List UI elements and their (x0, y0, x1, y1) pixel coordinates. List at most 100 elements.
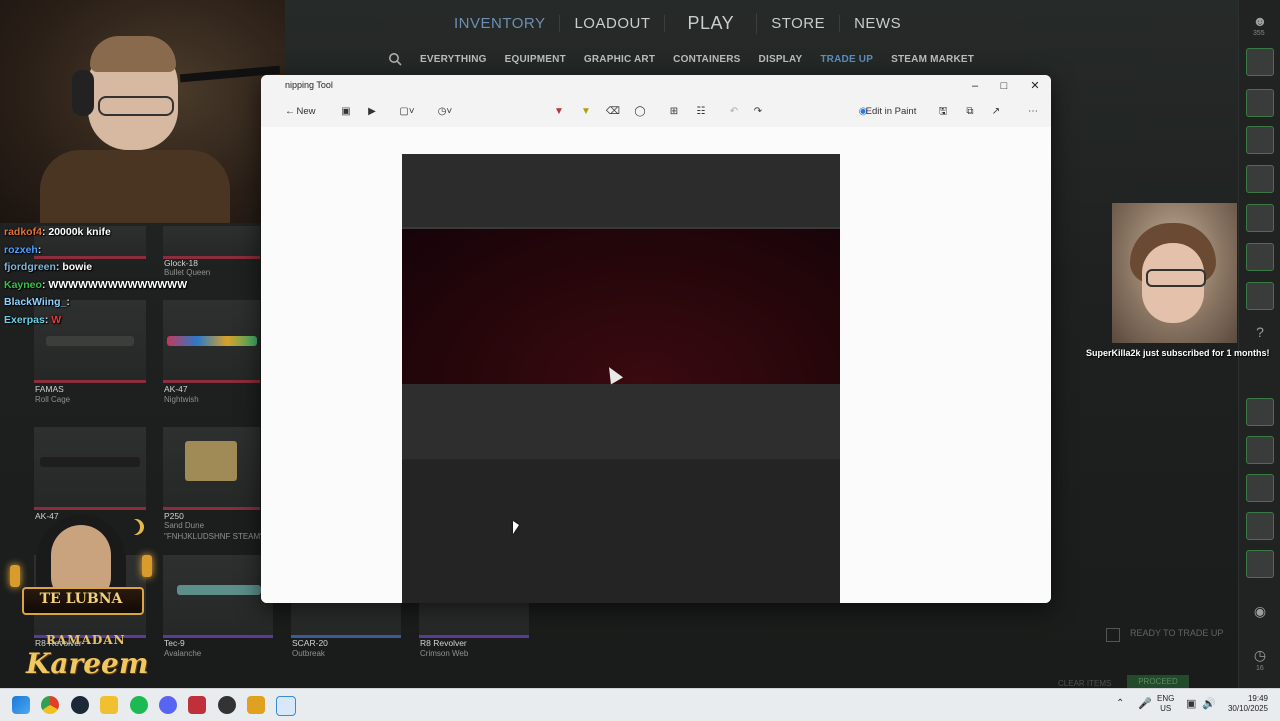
snip-toolbar: ← New ▣ ▶ ▢˅ ◷˅ ▼ ▼ ⌫ ◯ ⊞ ☷ ↶ ↷ ◉ Edit i… (261, 97, 1051, 127)
history-icon[interactable]: ◷ (1251, 646, 1269, 664)
obs-icon[interactable] (218, 696, 236, 714)
lantern-icon (142, 555, 152, 577)
cs2-icon[interactable] (247, 696, 265, 714)
app-icon[interactable] (188, 696, 206, 714)
weapon-image (46, 336, 134, 346)
user-icon[interactable]: ☻ (1251, 12, 1269, 30)
chat-username: BlackWiing_ (4, 296, 67, 308)
inventory-item[interactable] (291, 603, 401, 638)
more-options-icon[interactable]: ⋯ (1023, 103, 1043, 121)
friends-count: 355 (1253, 30, 1265, 37)
clock[interactable]: 19:49 30/10/2025 (1224, 694, 1268, 714)
captured-band (402, 384, 840, 461)
highlighter-icon[interactable]: ▼ (576, 103, 596, 121)
discord-icon[interactable] (159, 696, 177, 714)
redo-icon[interactable]: ↷ (748, 103, 768, 121)
shapes-icon[interactable]: ◯ (630, 103, 650, 121)
share-icon[interactable]: ↗ (986, 103, 1006, 121)
chat-message: Exerpas: W (4, 313, 62, 326)
friend-avatar[interactable] (1246, 165, 1274, 193)
search-icon[interactable] (388, 52, 402, 66)
friend-avatar[interactable] (1246, 89, 1274, 117)
pen-icon[interactable]: ▼ (549, 103, 569, 121)
friend-avatar[interactable] (1246, 243, 1274, 271)
copy-icon[interactable]: ⧉ (960, 103, 980, 121)
chrome-icon[interactable] (41, 696, 59, 714)
nav-inventory[interactable]: INVENTORY (440, 14, 561, 32)
friend-avatar[interactable] (1246, 512, 1274, 540)
crop-icon[interactable]: ⊞ (664, 103, 684, 121)
monitor-icon[interactable]: ▣ (1186, 697, 1196, 710)
nav-news[interactable]: NEWS (840, 15, 915, 32)
mouse-cursor-icon (513, 521, 519, 534)
filter-trade-up[interactable]: TRADE UP (820, 54, 873, 65)
broadcast-icon[interactable]: ◉ (1251, 602, 1269, 620)
inventory-item[interactable] (163, 427, 260, 510)
eraser-icon[interactable]: ⌫ (603, 103, 623, 121)
glasses (1146, 269, 1206, 287)
snip-canvas (261, 127, 1051, 603)
spotify-icon[interactable] (130, 696, 148, 714)
snipping-tool-icon[interactable] (276, 696, 296, 716)
new-snip-button[interactable]: New (289, 103, 323, 121)
undo-icon[interactable]: ↶ (724, 103, 744, 121)
friend-avatar[interactable] (1246, 436, 1274, 464)
lantern-icon (10, 565, 20, 587)
maximize-button[interactable]: □ (992, 78, 1016, 94)
weapon-image (177, 585, 261, 595)
nav-play[interactable]: PLAY (665, 12, 758, 34)
filter-graphic-art[interactable]: GRAPHIC ART (584, 54, 655, 65)
inventory-item[interactable] (163, 555, 273, 638)
friend-avatar[interactable] (1246, 204, 1274, 232)
filter-containers[interactable]: CONTAINERS (673, 54, 740, 65)
weapon-image (167, 336, 257, 346)
snip-mode-icon[interactable]: ▢˅ (397, 103, 417, 121)
friend-avatar[interactable] (1246, 48, 1274, 76)
filter-everything[interactable]: EVERYTHING (420, 54, 487, 65)
logo-ramadan: RAMADAN (46, 633, 126, 647)
filter-steam-market[interactable]: STEAM MARKET (891, 54, 974, 65)
friend-avatar[interactable] (1246, 474, 1274, 502)
item-skin: Outbreak (292, 649, 325, 658)
proceed-button[interactable]: PROCEED (1127, 675, 1189, 689)
inventory-item[interactable] (419, 603, 529, 638)
save-icon[interactable]: 🖫 (933, 103, 953, 121)
nav-store[interactable]: STORE (757, 14, 841, 32)
weapon-image (40, 457, 140, 467)
close-button[interactable]: ✕ (1023, 78, 1047, 94)
minimize-button[interactable]: – (963, 78, 987, 94)
steam-icon[interactable] (71, 696, 89, 714)
item-skin: Nightwish (164, 395, 199, 404)
clear-items-button[interactable]: CLEAR ITEMS (1058, 679, 1111, 688)
friend-avatar[interactable] (1246, 550, 1274, 578)
ready-checkbox[interactable] (1106, 628, 1120, 642)
inventory-item[interactable] (34, 427, 146, 510)
file-explorer-icon[interactable] (100, 696, 118, 714)
edit-in-paint-button[interactable]: Edit in Paint (855, 103, 927, 121)
friend-avatar[interactable] (1246, 398, 1274, 426)
chat-username: radkof4 (4, 226, 42, 238)
text-actions-icon[interactable]: ☷ (691, 103, 711, 121)
volume-icon[interactable]: 🔊 (1202, 697, 1216, 710)
nav-loadout[interactable]: LOADOUT (560, 14, 666, 32)
timer-icon[interactable]: ◷˅ (435, 103, 455, 121)
subscription-notice: SuperKilla2k just subscribed for 1 month… (1086, 348, 1270, 358)
game-top-nav: INVENTORY LOADOUT PLAY STORE NEWS (440, 8, 915, 38)
filter-display[interactable]: DISPLAY (759, 54, 803, 65)
chat-username: fjordgreen (4, 261, 56, 273)
filter-equipment[interactable]: EQUIPMENT (505, 54, 566, 65)
language-indicator[interactable]: ENG US (1157, 694, 1174, 714)
item-name-tag: "FNHJKLUDSHNF STEAM" (164, 532, 264, 541)
chat-text: W (51, 313, 62, 326)
start-icon[interactable] (12, 696, 30, 714)
friend-avatar[interactable] (1246, 126, 1274, 154)
video-icon[interactable]: ▶ (362, 103, 382, 121)
item-skin: Crimson Web (420, 649, 469, 658)
help-icon[interactable]: ? (1251, 323, 1269, 341)
tray-chevron-icon[interactable]: ⌃ (1116, 698, 1124, 709)
friend-avatar[interactable] (1246, 282, 1274, 310)
chat-message: radkof4: 20000k knife (4, 226, 111, 238)
logo-name: TE LUBNA (39, 591, 123, 607)
microphone-icon[interactable]: 🎤 (1138, 697, 1152, 710)
camera-icon[interactable]: ▣ (336, 103, 356, 121)
